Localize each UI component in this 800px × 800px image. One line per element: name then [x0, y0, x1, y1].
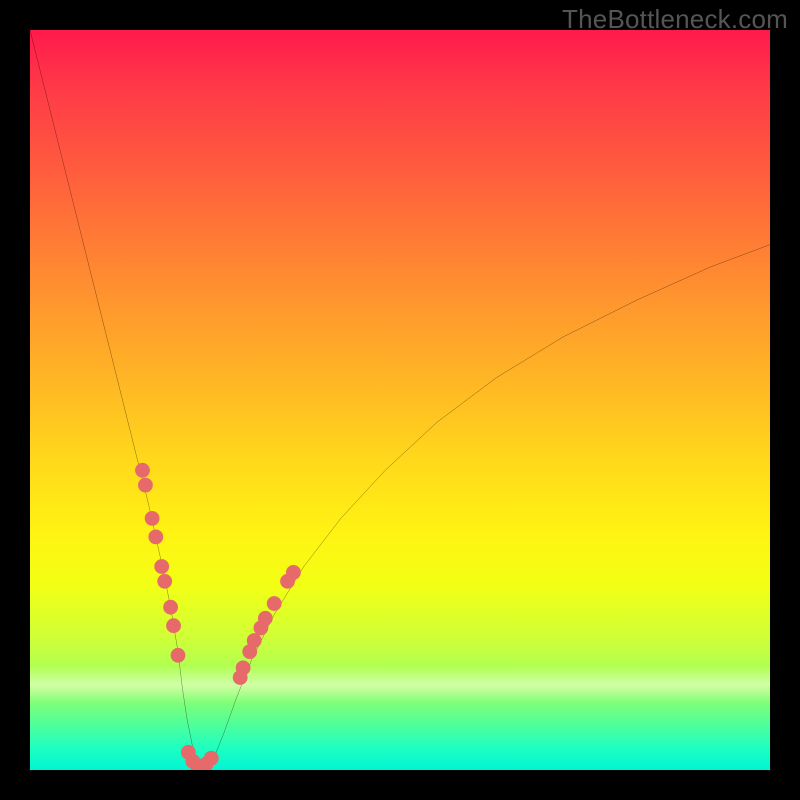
watermark-text: TheBottleneck.com [562, 4, 788, 35]
scatter-point [267, 596, 282, 611]
scatter-point [171, 648, 186, 663]
scatter-point [166, 618, 181, 633]
scatter-point [148, 530, 163, 545]
scatter-point [145, 511, 160, 526]
scatter-point [157, 574, 172, 589]
scatter-point [286, 565, 301, 580]
scatter-layer [30, 30, 770, 770]
scatter-point [138, 478, 153, 493]
scatter-point [236, 660, 251, 675]
scatter-point [258, 611, 273, 626]
scatter-point [204, 751, 219, 766]
scatter-point [247, 633, 262, 648]
scatter-point [163, 600, 178, 615]
scatter-point [135, 463, 150, 478]
chart-frame: TheBottleneck.com [0, 0, 800, 800]
plot-area [30, 30, 770, 770]
scatter-point [154, 559, 169, 574]
